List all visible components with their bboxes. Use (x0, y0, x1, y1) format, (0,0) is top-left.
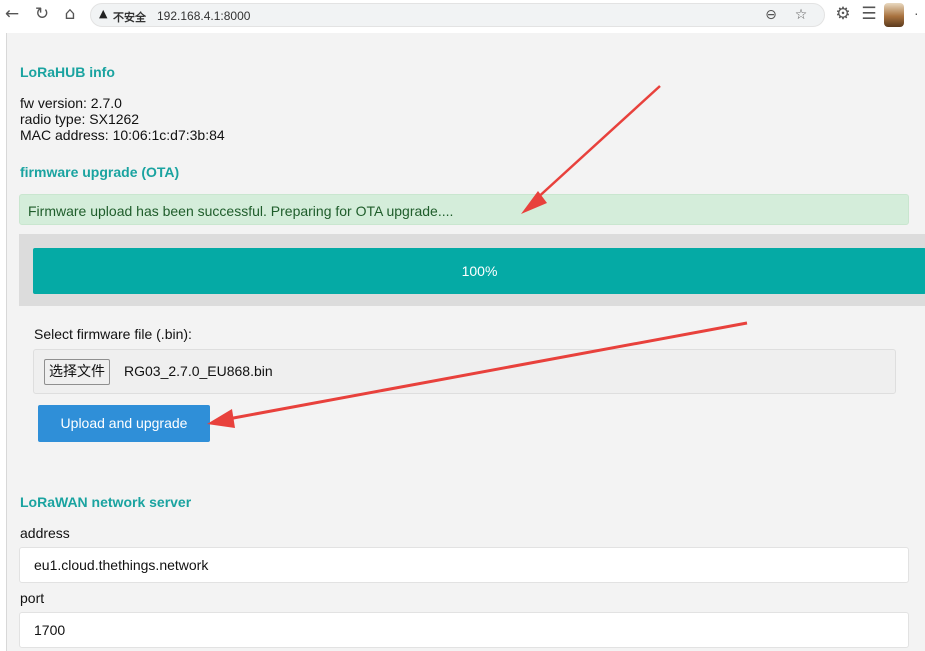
annotation-arrows (207, 85, 748, 428)
annotation-arrow-1 (521, 85, 661, 214)
annotation-arrow-2 (207, 321, 748, 428)
